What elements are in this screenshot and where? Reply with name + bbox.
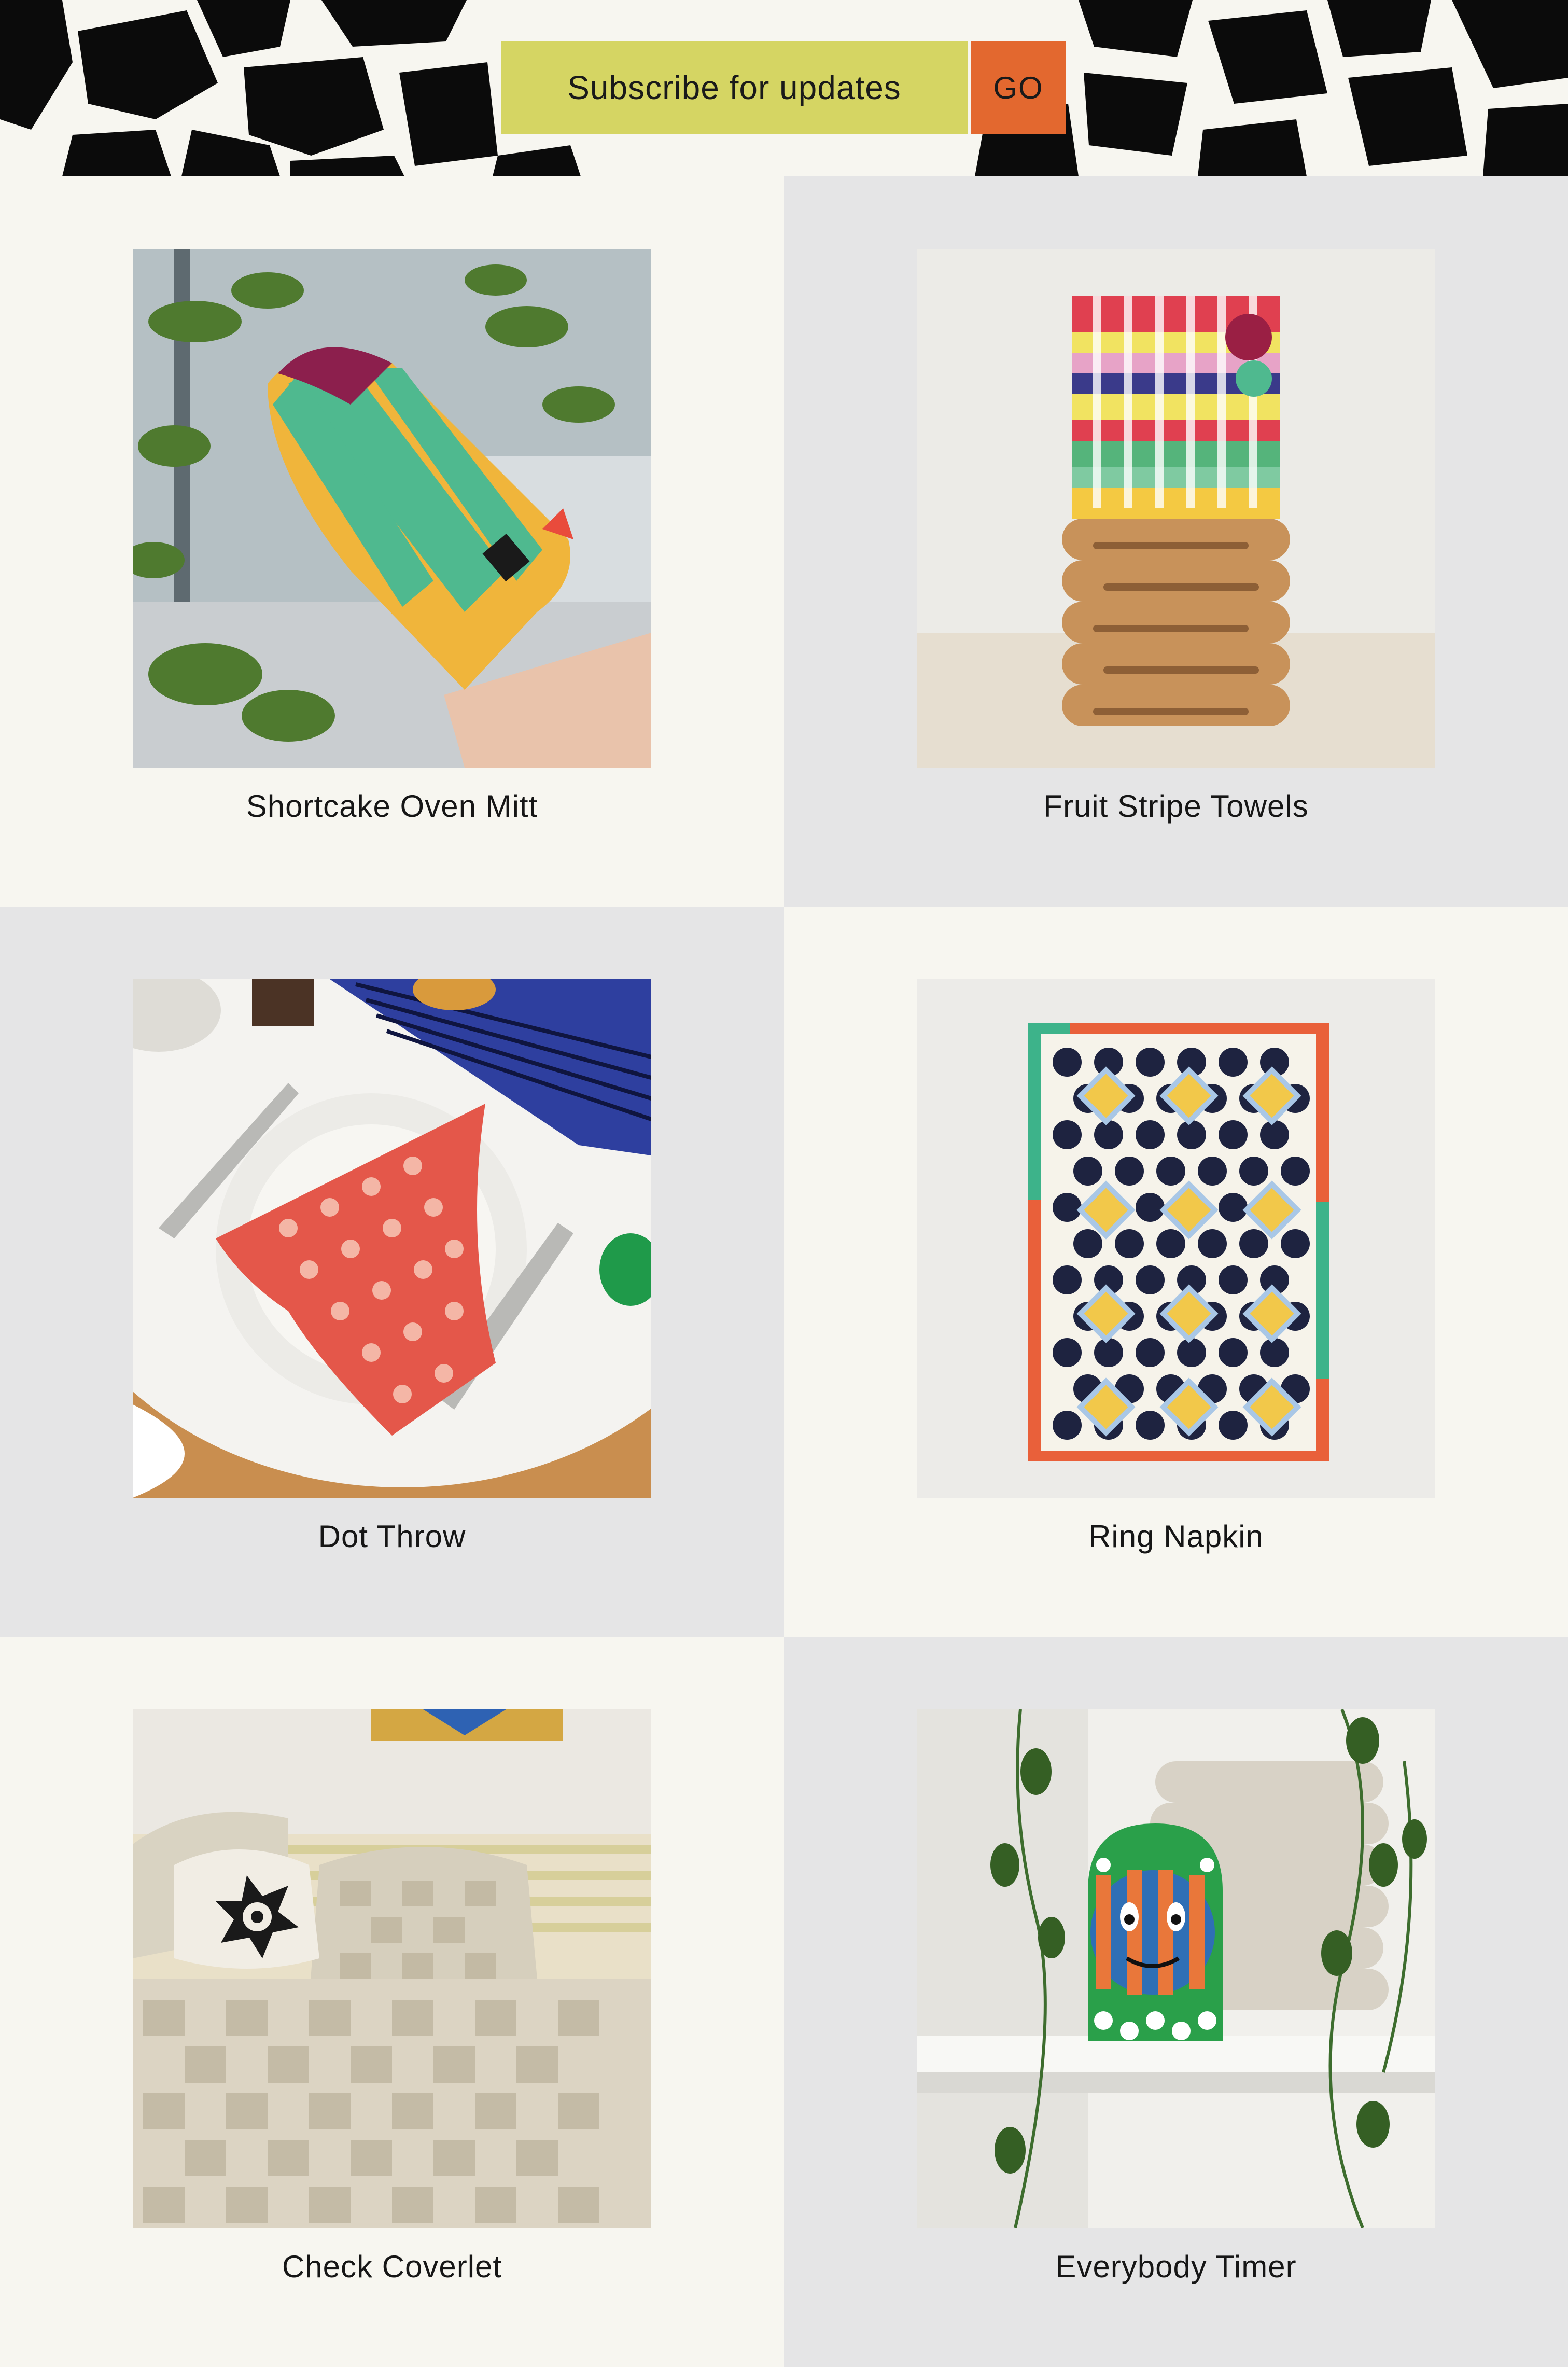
product-grid: Shortcake Oven Mitt Fruit Stripe Towels … <box>0 176 1568 2367</box>
product-title[interactable]: Shortcake Oven Mitt <box>0 788 784 824</box>
product-card[interactable]: Fruit Stripe Towels <box>784 176 1568 907</box>
product-title[interactable]: Dot Throw <box>0 1519 784 1554</box>
product-title[interactable]: Fruit Stripe Towels <box>784 788 1568 824</box>
product-title[interactable]: Everybody Timer <box>784 2249 1568 2285</box>
product-card[interactable]: Everybody Timer <box>784 1637 1568 2367</box>
site-header: Subscribe for updates GO <box>0 0 1568 176</box>
oven-mitt-photo[interactable] <box>133 249 651 768</box>
napkin-table-photo[interactable] <box>133 979 651 1498</box>
product-card[interactable]: Shortcake Oven Mitt <box>0 176 784 907</box>
product-title[interactable]: Ring Napkin <box>784 1519 1568 1554</box>
dotted-blanket-photo[interactable] <box>917 979 1435 1498</box>
product-card[interactable]: Check Coverlet <box>0 1637 784 2367</box>
product-card[interactable]: Ring Napkin <box>784 907 1568 1637</box>
face-timer-photo[interactable] <box>917 1709 1435 2228</box>
towels-photo[interactable] <box>917 249 1435 768</box>
subscribe-input[interactable]: Subscribe for updates <box>501 41 968 134</box>
product-card[interactable]: Dot Throw <box>0 907 784 1637</box>
product-title[interactable]: Check Coverlet <box>0 2249 784 2285</box>
subscribe-go-button[interactable]: GO <box>971 41 1066 134</box>
bed-coverlet-photo[interactable] <box>133 1709 651 2228</box>
subscribe-form: Subscribe for updates GO <box>501 41 1066 134</box>
